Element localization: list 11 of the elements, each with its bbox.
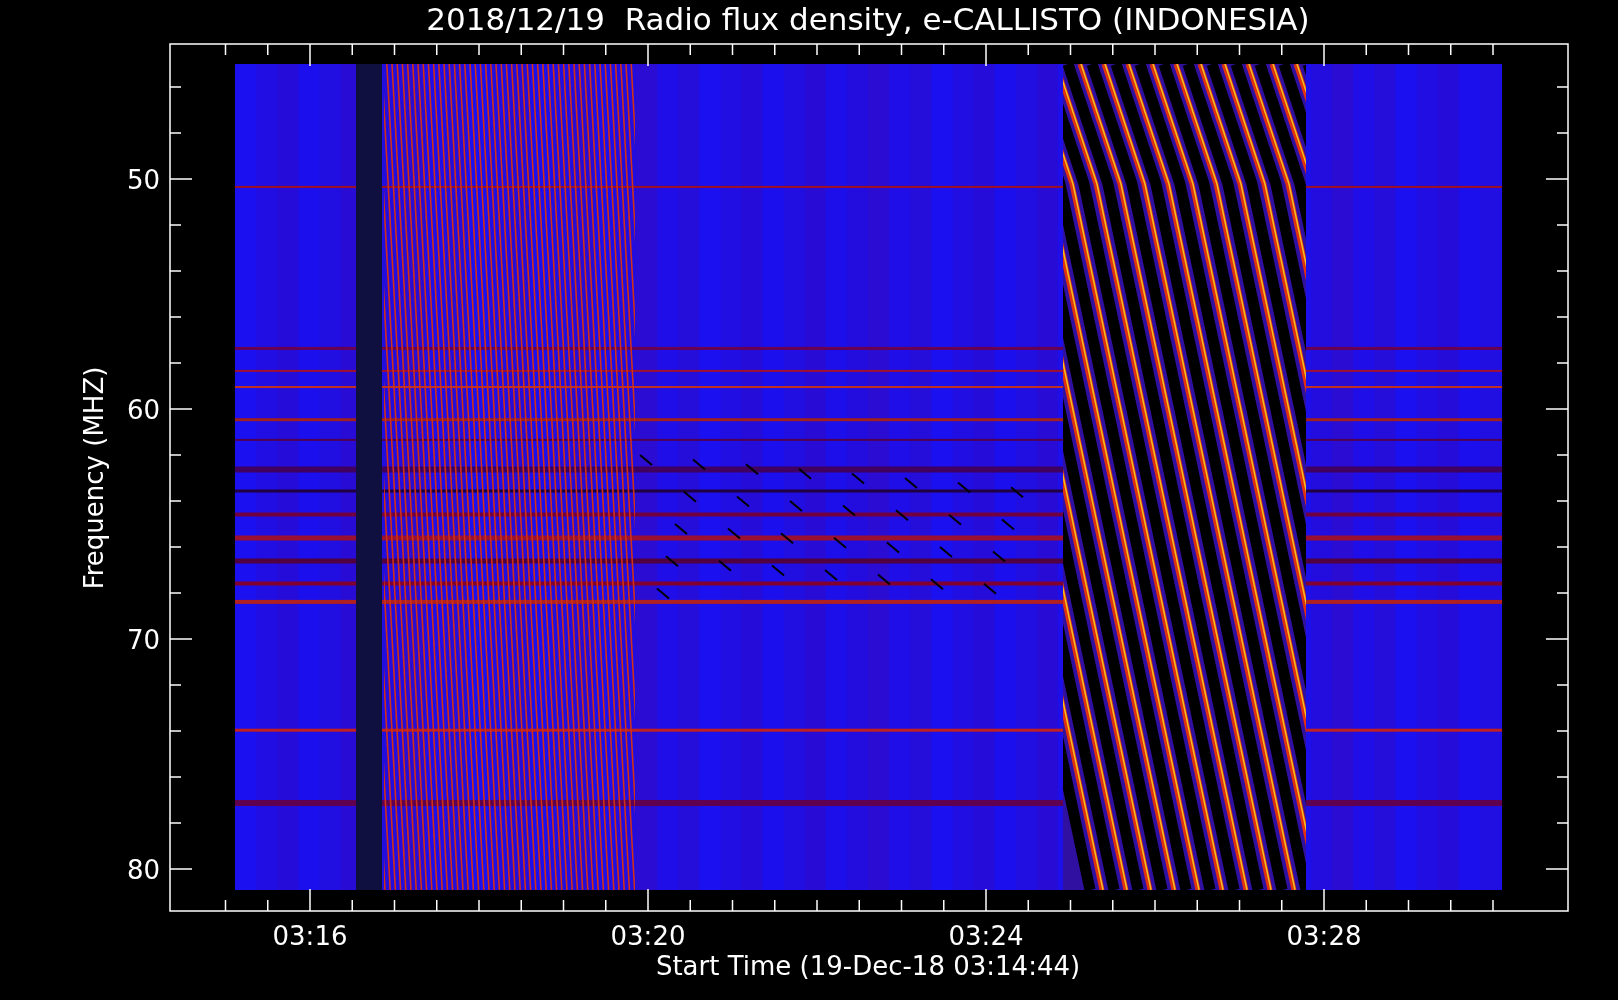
chart-title: 2018/12/19 Radio flux density, e-CALLISTO (INDONESIA) (426, 1, 1310, 37)
tick-label: 50 (126, 165, 160, 195)
axis-label: Start Time (19-Dec-18 03:14:44) (655, 951, 1081, 981)
tick-label: 03:16 (272, 921, 348, 951)
tick-label: 60 (126, 395, 160, 425)
tick-label: 80 (126, 855, 160, 885)
tick-label: 03:28 (1286, 921, 1362, 951)
tick-label: 70 (126, 625, 160, 655)
tick-label: 03:24 (948, 921, 1024, 951)
axis-label: Frequency (MHZ) (79, 366, 109, 590)
tick-label: 03:20 (610, 921, 686, 951)
